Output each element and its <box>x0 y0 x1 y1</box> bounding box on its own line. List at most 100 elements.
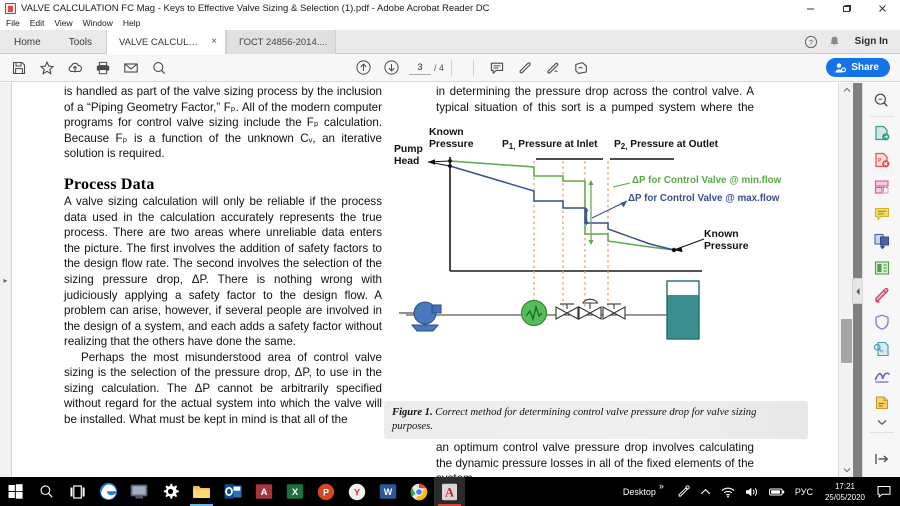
doc-tab-close-icon[interactable]: × <box>211 37 217 47</box>
svg-text:A: A <box>260 487 267 498</box>
title-bar: VALVE CALCULATION FC Mag - Keys to Effec… <box>0 0 900 17</box>
section-heading-process-data: Process Data <box>64 175 155 193</box>
menu-help[interactable]: Help <box>118 17 145 30</box>
flow-meter-symbol <box>520 299 548 327</box>
panel-divider <box>869 116 894 117</box>
task-view-icon[interactable] <box>62 477 93 506</box>
tank-symbol <box>666 280 700 340</box>
panel-collapse-icon[interactable] <box>867 445 897 472</box>
left-panel-expander[interactable]: ▸ <box>0 83 12 477</box>
wifi-icon[interactable] <box>716 477 740 506</box>
battery-icon[interactable] <box>764 477 790 506</box>
scroll-up-button[interactable] <box>839 83 854 97</box>
draw-icon[interactable] <box>541 56 565 80</box>
window-controls <box>792 0 900 17</box>
pen-tray-icon[interactable] <box>672 477 695 506</box>
fileexplorer-legacy-icon[interactable] <box>124 477 155 506</box>
action-center-icon[interactable] <box>872 477 900 506</box>
language-indicator[interactable]: РУС <box>790 477 818 506</box>
clock[interactable]: 17:21 25/05/2020 <box>818 477 872 506</box>
zoom-search-icon[interactable] <box>147 56 171 80</box>
vertical-scrollbar[interactable] <box>838 83 853 477</box>
svg-text:W: W <box>383 487 392 497</box>
search-zoom-icon[interactable] <box>867 87 897 114</box>
edge-icon[interactable] <box>93 477 124 506</box>
svg-text:P: P <box>322 487 328 497</box>
menu-file[interactable]: File <box>0 17 25 30</box>
save-icon[interactable] <box>7 56 31 80</box>
clock-time: 17:21 <box>834 481 855 491</box>
access-icon[interactable]: A <box>248 477 279 506</box>
menu-edit[interactable]: Edit <box>25 17 50 30</box>
tab-tools[interactable]: Tools <box>55 30 106 54</box>
page-down-button[interactable] <box>379 56 403 80</box>
email-icon[interactable] <box>119 56 143 80</box>
yandex-icon[interactable]: Y <box>341 477 372 506</box>
outlook-icon[interactable] <box>217 477 248 506</box>
toolbar-separator <box>451 59 453 76</box>
panel-divider-bottom <box>869 432 894 433</box>
share-button[interactable]: Share <box>826 58 890 77</box>
chevron-down-icon[interactable] <box>867 416 897 428</box>
acrobat-icon[interactable]: A <box>434 477 465 506</box>
minimize-button[interactable] <box>792 0 828 17</box>
sign-icon[interactable] <box>569 56 593 80</box>
export-pdf-icon[interactable] <box>867 119 897 146</box>
fill-sign-icon[interactable] <box>867 362 897 389</box>
menu-view[interactable]: View <box>49 17 77 30</box>
edit-pdf-icon[interactable]: A <box>867 335 897 362</box>
settings-gear-icon[interactable] <box>155 477 186 506</box>
station-dashed-lines <box>533 161 609 315</box>
tab-home[interactable]: Home <box>0 30 55 54</box>
document-area: ▸ is handled as part of the valve sizing… <box>0 83 900 477</box>
doc-tab-gost[interactable]: ГОСТ 24856-2014.... <box>226 30 337 54</box>
chrome-icon[interactable] <box>403 477 434 506</box>
hand-valve-1-symbol <box>555 303 579 320</box>
scrollbar-thumb[interactable] <box>841 319 852 363</box>
comment-icon[interactable] <box>485 56 509 80</box>
combine-files-icon[interactable] <box>867 227 897 254</box>
volume-icon[interactable] <box>740 477 764 506</box>
page-up-button[interactable] <box>351 56 375 80</box>
file-explorer-icon[interactable] <box>186 477 217 506</box>
sign-in-button[interactable]: Sign In <box>851 36 894 47</box>
bell-icon[interactable] <box>827 34 843 50</box>
start-button[interactable] <box>0 477 31 506</box>
protect-icon[interactable] <box>867 308 897 335</box>
doc-tab-valve-calculation[interactable]: VALVE CALCULATI... × <box>106 30 227 54</box>
close-button[interactable] <box>864 0 900 17</box>
tray-desktop-label[interactable]: Desktop <box>623 487 658 497</box>
menu-window[interactable]: Window <box>78 17 118 30</box>
toolbar: 3 / 4 Share <box>0 54 900 82</box>
comment-icon[interactable] <box>867 200 897 227</box>
scroll-down-button[interactable] <box>839 463 854 477</box>
tray-overflow-chevron[interactable]: » <box>658 481 672 491</box>
powerpoint-icon[interactable]: P <box>310 477 341 506</box>
svg-text:X: X <box>291 487 298 498</box>
word-icon[interactable]: W <box>372 477 403 506</box>
compress-pdf-icon[interactable] <box>867 254 897 281</box>
excel-icon[interactable]: X <box>279 477 310 506</box>
restore-button[interactable] <box>828 0 864 17</box>
redact-icon[interactable] <box>867 281 897 308</box>
help-circle-icon[interactable]: ? <box>803 34 819 50</box>
share-label: Share <box>851 62 879 73</box>
organize-pages-icon[interactable] <box>867 173 897 200</box>
svg-text:Y: Y <box>353 487 360 498</box>
pdf-page[interactable]: is handled as part of the valve sizing p… <box>12 83 838 477</box>
show-hidden-icons[interactable] <box>695 477 716 506</box>
star-icon[interactable] <box>35 56 59 80</box>
print-icon[interactable] <box>91 56 115 80</box>
label-dp-min-flow: ΔP for Control Valve @ min.flow <box>632 175 782 186</box>
figure-caption-number: Figure 1. <box>392 407 433 418</box>
search-taskbar-icon[interactable] <box>31 477 62 506</box>
cloud-upload-icon[interactable] <box>63 56 87 80</box>
create-pdf-icon[interactable]: P <box>867 146 897 173</box>
stamp-icon[interactable] <box>867 389 897 416</box>
page-total-label: / 4 <box>434 62 445 73</box>
highlight-icon[interactable] <box>513 56 537 80</box>
dp-min-leader <box>612 182 631 188</box>
page-number-input[interactable]: 3 <box>409 60 431 75</box>
panel-collapse-handle[interactable] <box>852 278 862 304</box>
windows-taskbar: A X P Y W A Desktop » РУС 17:21 25/05/20… <box>0 477 900 506</box>
